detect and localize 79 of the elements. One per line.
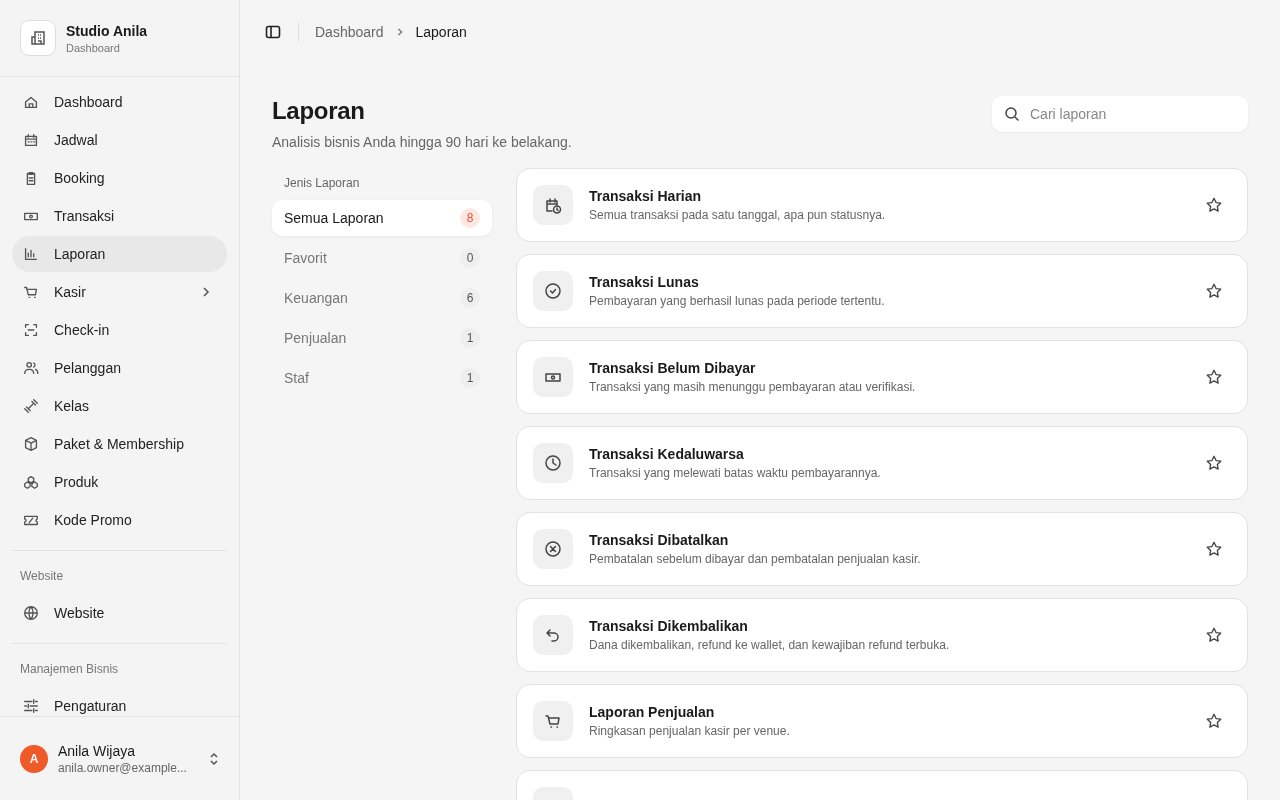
page-title: Laporan xyxy=(272,96,366,126)
nav-item[interactable]: Kode Promo xyxy=(12,502,227,538)
nav-item[interactable]: Jadwal xyxy=(12,122,227,158)
building-icon xyxy=(20,20,56,56)
brand-name: Studio Anila xyxy=(66,22,148,39)
breadcrumb-link[interactable]: Laporan xyxy=(415,24,467,40)
user-name: Anila Wijaya xyxy=(58,742,137,759)
search-field[interactable]: Cari laporan xyxy=(992,96,1248,132)
filter-item[interactable]: Favorit 0 xyxy=(272,240,492,276)
nav-item[interactable]: Booking xyxy=(12,160,227,196)
report-card[interactable]: Transaksi Kedaluwarsa Transaksi yang melewati batas waktu pembayarannya. xyxy=(516,426,1248,500)
nav-item[interactable]: Produk xyxy=(12,464,227,500)
box-icon xyxy=(22,435,40,453)
report-title: Transaksi Dikembalikan xyxy=(589,618,749,634)
sliders-icon xyxy=(22,697,40,715)
scan-icon xyxy=(22,321,40,339)
nav-item[interactable]: Paket & Membership xyxy=(12,426,227,462)
nav-item[interactable]: Laporan xyxy=(12,236,227,272)
bar-chart-icon xyxy=(22,245,40,263)
report-card[interactable]: Transaksi Belum Dibayar Transaksi yang masih menunggu pembayaran atau verifikasi. xyxy=(516,340,1248,414)
star-icon[interactable] xyxy=(1205,196,1223,214)
section-title: Website xyxy=(19,568,65,585)
nav-item[interactable]: Transaksi xyxy=(12,198,227,234)
nav-item[interactable]: Kelas xyxy=(12,388,227,424)
star-icon[interactable] xyxy=(1205,368,1223,386)
report-card[interactable]: Laporan Penjualan Ringkasan penjualan kasir per venue. xyxy=(516,684,1248,758)
nav-item[interactable]: Website xyxy=(12,595,227,631)
user-email: anila.owner@example... xyxy=(58,760,188,775)
report-card[interactable]: Transaksi Harian Semua transaksi pada satu tanggal, apa pun statusnya. xyxy=(516,168,1248,242)
user-menu[interactable]: A Anila Wijaya anila.owner@example... xyxy=(0,716,239,800)
star-icon[interactable] xyxy=(1205,712,1223,730)
report-card[interactable]: Transaksi Lunas Pembayaran yang berhasil lunas pada periode tertentu. xyxy=(516,254,1248,328)
report-title: Laporan Penjualan xyxy=(589,704,716,720)
report-description: Semua transaksi pada satu tanggal, apa pun statusnya. xyxy=(589,208,887,222)
cubes-icon xyxy=(22,473,40,491)
report-title: Transaksi Dibatalkan xyxy=(589,532,730,548)
report-description: Pembayaran yang berhasil lunas pada periode tertentu. xyxy=(589,294,886,308)
report-description: Pembatalan sebelum dibayar dan pembatalan penjualan kasir. xyxy=(589,552,922,566)
report-card[interactable]: Transaksi Dibatalkan Pembatalan sebelum dibayar dan pembatalan penjualan kasir. xyxy=(516,512,1248,586)
calendar-clock-icon xyxy=(533,185,573,225)
page-subtitle: Analisis bisnis Anda hingga 90 hari ke belakang. xyxy=(272,134,572,150)
report-title: Transaksi Lunas xyxy=(589,274,700,290)
report-description: Ringkasan penjualan kasir per venue. xyxy=(589,724,791,738)
star-icon[interactable] xyxy=(1205,540,1223,558)
report-title: Transaksi Kedaluwarsa xyxy=(589,446,745,462)
star-icon[interactable] xyxy=(1205,454,1223,472)
nav-item[interactable]: Dashboard xyxy=(12,84,227,120)
nav-item[interactable]: Check-in xyxy=(12,312,227,348)
filter-item[interactable]: Penjualan 1 xyxy=(272,320,492,356)
star-icon[interactable] xyxy=(1205,282,1223,300)
nav-item[interactable]: Pelanggan xyxy=(12,350,227,386)
sidebar-toggle-icon[interactable] xyxy=(264,23,282,41)
report-title: Transaksi Harian xyxy=(589,188,703,204)
banknote-icon xyxy=(533,357,573,397)
globe-icon xyxy=(22,604,40,622)
undo-icon xyxy=(533,615,573,655)
users-icon xyxy=(22,359,40,377)
filter-item[interactable]: Staf 1 xyxy=(272,360,492,396)
search-input[interactable]: Cari laporan xyxy=(1028,105,1236,123)
breadcrumb-link[interactable]: Dashboard xyxy=(315,24,384,40)
calendar-icon xyxy=(22,131,40,149)
clock-icon xyxy=(533,443,573,483)
filter-item[interactable]: Semua Laporan 8 xyxy=(272,200,492,236)
avatar: A xyxy=(20,744,48,773)
dumbbell-icon xyxy=(22,397,40,415)
nav-item[interactable]: Pengaturan xyxy=(12,688,227,716)
report-description: Dana dikembalikan, refund ke wallet, dan kewajiban refund terbuka. xyxy=(589,638,951,652)
filter-item[interactable]: Keuangan 6 xyxy=(272,280,492,316)
cart-icon xyxy=(533,701,573,741)
nav-item[interactable]: Kasir xyxy=(12,274,227,310)
filter-heading: Jenis Laporan xyxy=(283,175,361,192)
report-description: Transaksi yang masih menunggu pembayaran atau verifikasi. xyxy=(589,380,917,394)
report-title: Transaksi Belum Dibayar xyxy=(589,360,757,376)
brand-subtitle: Dashboard xyxy=(66,41,121,54)
star-icon[interactable] xyxy=(1205,626,1223,644)
search-icon xyxy=(1004,106,1020,122)
report-card[interactable]: Transaksi Dikembalikan Dana dikembalikan, refund ke wallet, dan kewajiban refund terbuka. xyxy=(516,598,1248,672)
report-description: Transaksi yang melewati batas waktu pembayarannya. xyxy=(589,466,882,480)
section-title: Manajemen Bisnis xyxy=(19,661,120,678)
